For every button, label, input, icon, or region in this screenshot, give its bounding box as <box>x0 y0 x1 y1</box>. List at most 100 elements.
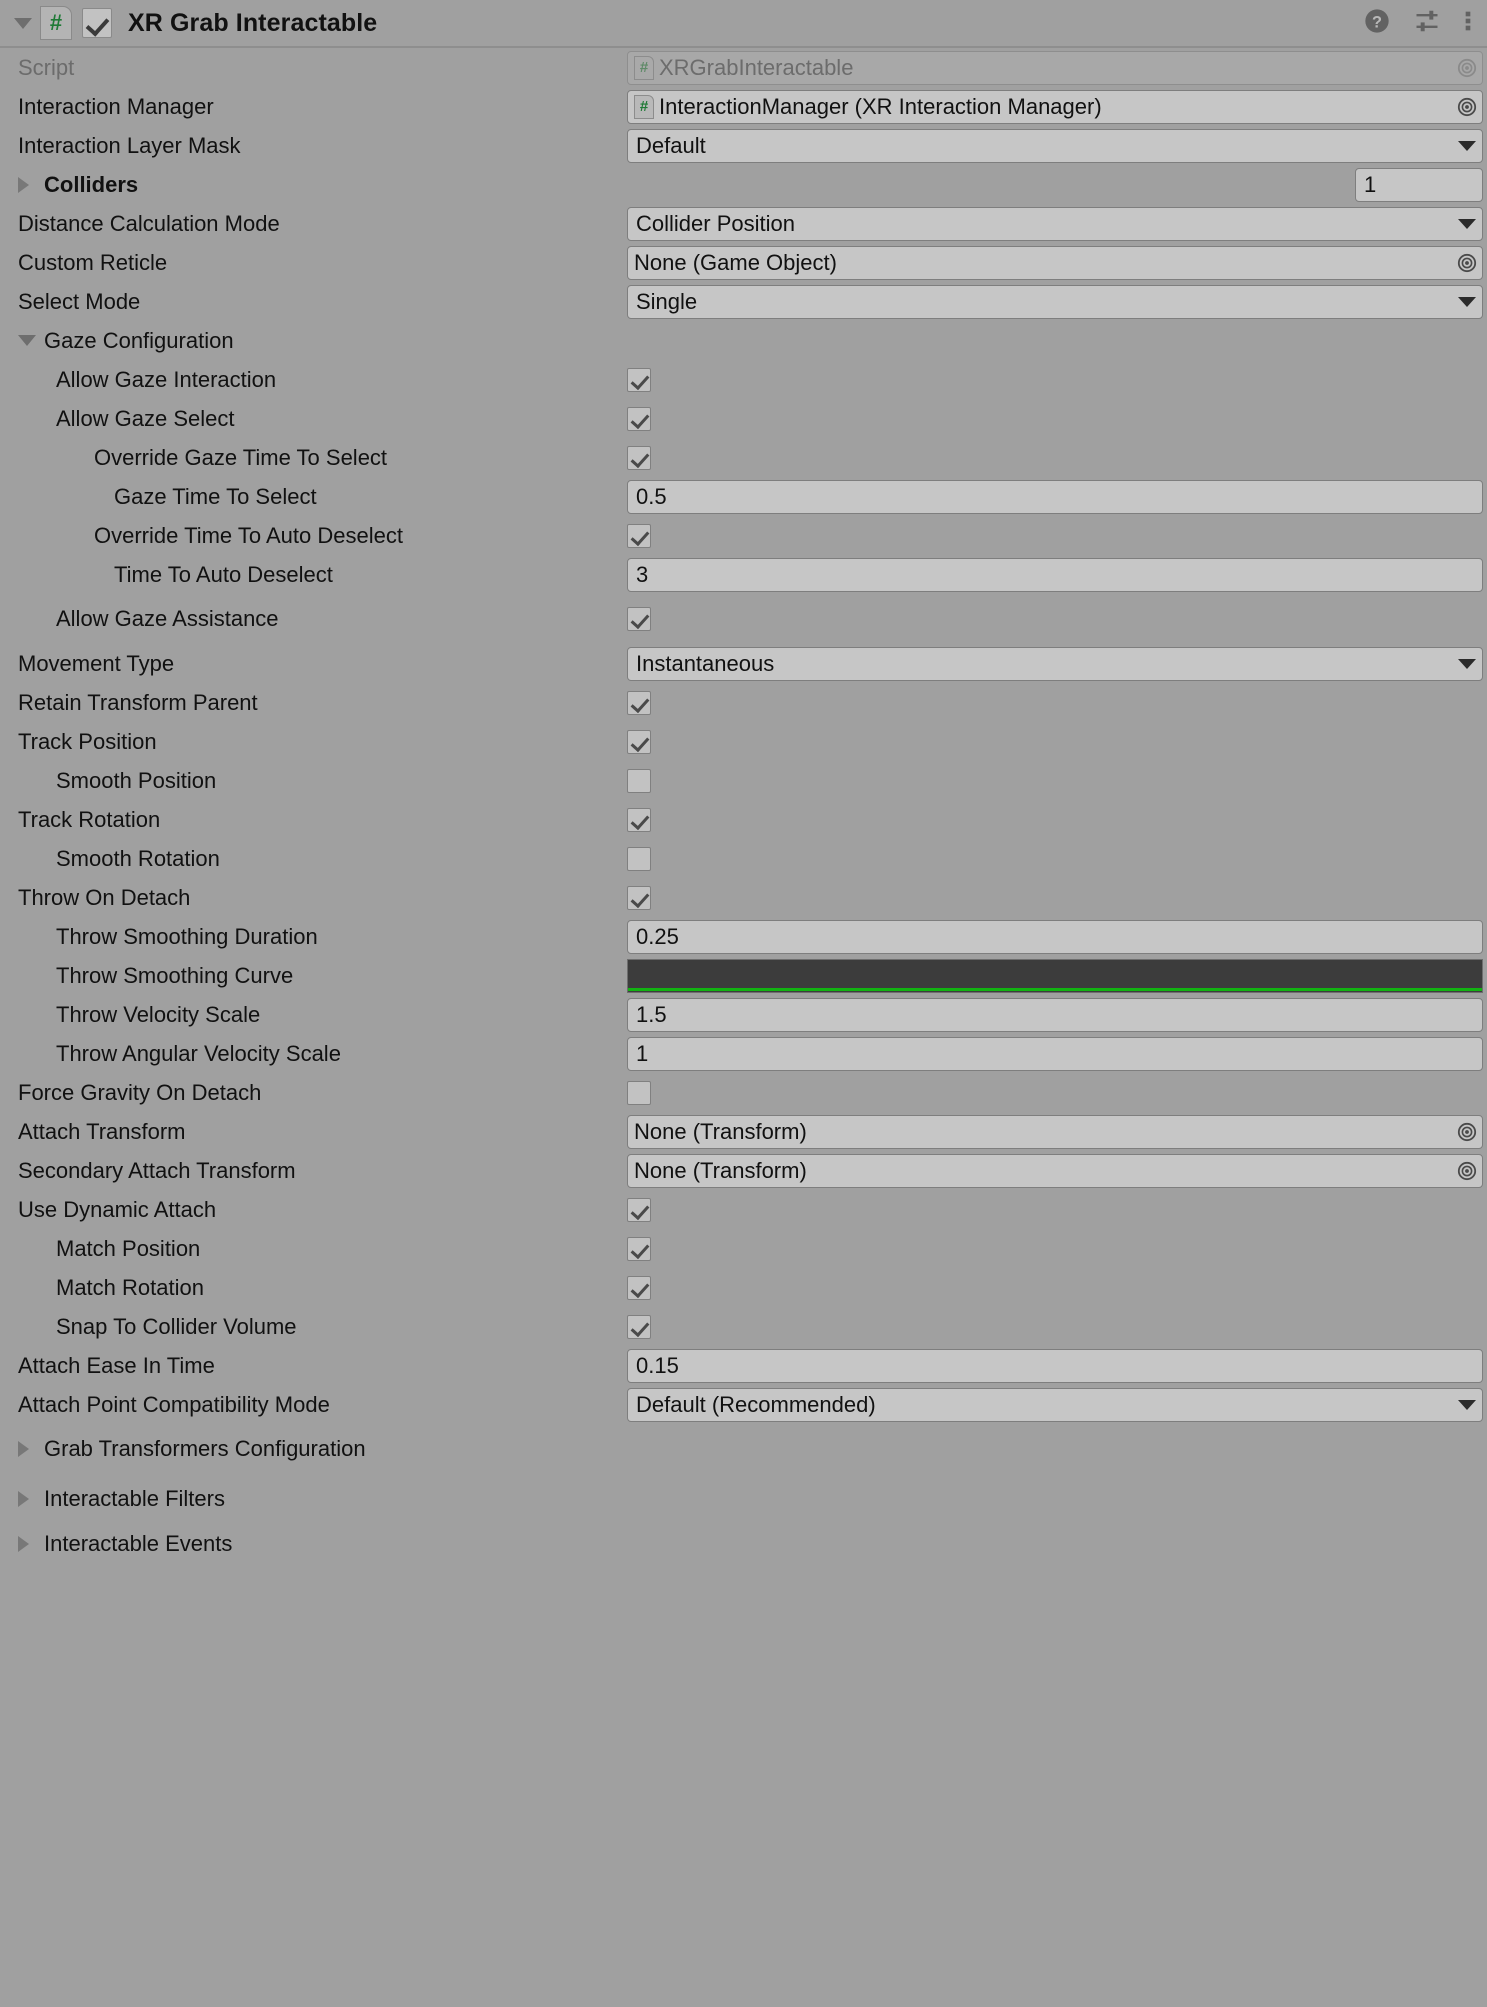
curve-field-throw-smoothing-curve[interactable] <box>627 958 1483 993</box>
object-field-value: None (Transform) <box>634 1157 807 1183</box>
property-label-cell: Gaze Time To Select <box>0 477 627 516</box>
component-title: XR Grab Interactable <box>128 8 378 37</box>
checkbox-smooth-position[interactable] <box>627 768 651 793</box>
checkbox-allow-gaze-assistance[interactable] <box>627 607 651 631</box>
text-input-attach-ease-in-time[interactable]: 0.15 <box>627 1348 1483 1383</box>
property-label: Interaction Manager <box>18 93 214 119</box>
text-input-gaze-time-to-select[interactable]: 0.5 <box>627 479 1483 514</box>
property-row-use-dynamic-attach: Use Dynamic Attach <box>0 1190 1487 1229</box>
checkbox-track-rotation[interactable] <box>627 807 651 832</box>
object-picker-icon[interactable] <box>1454 1158 1480 1184</box>
property-row-gaze-configuration: Gaze Configuration <box>0 321 1487 360</box>
chevron-down-icon <box>1458 296 1476 307</box>
property-field-cell <box>627 399 1487 438</box>
script-badge-icon: # <box>634 55 654 80</box>
property-label-cell: Override Gaze Time To Select <box>0 438 627 477</box>
checkbox-allow-gaze-select[interactable] <box>627 406 651 431</box>
property-label-cell: Throw Smoothing Duration <box>0 917 627 956</box>
checkbox-override-gaze-time-to-select[interactable] <box>627 445 651 470</box>
property-label: Movement Type <box>18 650 175 676</box>
component-header[interactable]: # XR Grab Interactable ? <box>0 0 1487 48</box>
object-field-interaction-manager[interactable]: # InteractionManager (XR Interaction Mana… <box>627 89 1483 124</box>
property-field-cell: Default <box>627 126 1487 165</box>
help-icon[interactable]: ? <box>1363 7 1391 40</box>
foldout-toggle-grab-transformers-configuration[interactable] <box>18 1441 44 1457</box>
object-field-secondary-attach-transform[interactable]: None (Transform) <box>627 1153 1483 1188</box>
property-label-cell: Retain Transform Parent <box>0 683 627 722</box>
text-input-throw-velocity-scale[interactable]: 1.5 <box>627 997 1483 1032</box>
triangle-right-icon <box>18 176 29 193</box>
dropdown-attach-point-compatibility-mode[interactable]: Default (Recommended) <box>627 1387 1483 1422</box>
property-row-throw-velocity-scale: Throw Velocity Scale 1.5 <box>0 995 1487 1034</box>
object-picker-icon[interactable] <box>1454 1119 1480 1145</box>
dropdown-select-mode[interactable]: Single <box>627 284 1483 319</box>
property-label: Select Mode <box>18 288 141 314</box>
text-input-time-to-auto-deselect[interactable]: 3 <box>627 557 1483 592</box>
object-picker-icon[interactable] <box>1454 94 1480 120</box>
foldout-toggle-gaze-configuration[interactable] <box>18 335 44 346</box>
property-row-attach-ease-in-time: Attach Ease In Time 0.15 <box>0 1346 1487 1385</box>
checkbox-override-time-to-auto-deselect[interactable] <box>627 523 651 548</box>
text-input-throw-smoothing-duration[interactable]: 0.25 <box>627 919 1483 954</box>
checkbox-match-rotation[interactable] <box>627 1275 651 1300</box>
object-field-script[interactable]: # XRGrabInteractable <box>627 50 1483 85</box>
property-label-cell: Track Rotation <box>0 800 627 839</box>
foldout-toggle-interactable-events[interactable] <box>18 1535 44 1552</box>
checkbox-throw-on-detach[interactable] <box>627 885 651 910</box>
checkbox-smooth-rotation[interactable] <box>627 846 651 871</box>
component-foldout-toggle[interactable] <box>10 10 36 36</box>
dropdown-distance-calculation-mode[interactable]: Collider Position <box>627 206 1483 241</box>
header-icon-group: ? <box>1363 7 1473 40</box>
dropdown-interaction-layer-mask[interactable]: Default <box>627 128 1483 163</box>
property-label-cell: Snap To Collider Volume <box>0 1307 627 1346</box>
object-picker-icon[interactable] <box>1454 250 1480 276</box>
property-label-cell: Interactable Filters <box>0 1474 627 1524</box>
property-label: Throw Smoothing Curve <box>56 962 294 988</box>
property-label: Allow Gaze Select <box>56 405 235 431</box>
component-enabled-checkbox[interactable] <box>82 8 112 38</box>
foldout-toggle-colliders[interactable] <box>18 176 44 193</box>
triangle-down-icon <box>14 17 32 29</box>
script-icon: # <box>40 6 72 40</box>
object-field-attach-transform[interactable]: None (Transform) <box>627 1114 1483 1149</box>
checkbox-match-position[interactable] <box>627 1236 651 1261</box>
property-row-attach-point-compatibility-mode: Attach Point Compatibility Mode Default (… <box>0 1385 1487 1424</box>
checkbox-track-position[interactable] <box>627 729 651 754</box>
property-row-distance-calculation-mode: Distance Calculation Mode Collider Positi… <box>0 204 1487 243</box>
checkbox-allow-gaze-interaction[interactable] <box>627 367 651 392</box>
script-badge-icon: # <box>634 94 654 119</box>
checkbox-retain-transform-parent[interactable] <box>627 690 651 715</box>
property-field-cell <box>627 516 1487 555</box>
more-menu-icon[interactable] <box>1463 7 1473 40</box>
property-row-interaction-manager: Interaction Manager # InteractionManager (… <box>0 87 1487 126</box>
dropdown-value: Collider Position <box>636 210 795 236</box>
property-field-cell <box>627 839 1487 878</box>
property-field-cell <box>627 1524 1487 1563</box>
triangle-right-icon <box>18 1491 29 1507</box>
property-row-allow-gaze-select: Allow Gaze Select <box>0 399 1487 438</box>
property-field-cell: 0.5 <box>627 477 1487 516</box>
property-label-cell: Gaze Configuration <box>0 321 627 360</box>
dropdown-movement-type[interactable]: Instantaneous <box>627 646 1483 681</box>
property-row-script: Script # XRGrabInteractable <box>0 48 1487 87</box>
checkbox-snap-to-collider-volume[interactable] <box>627 1314 651 1339</box>
property-label-cell: Allow Gaze Interaction <box>0 360 627 399</box>
number-input-colliders-count[interactable]: 1 <box>1355 167 1483 202</box>
checkbox-force-gravity-on-detach[interactable] <box>627 1080 651 1105</box>
property-row-time-to-auto-deselect: Time To Auto Deselect 3 <box>0 555 1487 594</box>
property-label: Use Dynamic Attach <box>18 1196 217 1222</box>
property-label-cell: Throw Velocity Scale <box>0 995 627 1034</box>
checkbox-use-dynamic-attach[interactable] <box>627 1197 651 1222</box>
property-label-cell: Smooth Position <box>0 761 627 800</box>
foldout-toggle-interactable-filters[interactable] <box>18 1491 44 1507</box>
property-row-override-time-to-auto-deselect: Override Time To Auto Deselect <box>0 516 1487 555</box>
text-input-throw-angular-velocity-scale[interactable]: 1 <box>627 1036 1483 1071</box>
property-label: Smooth Position <box>56 767 217 793</box>
object-picker-icon[interactable] <box>1454 55 1480 81</box>
object-field-value: XRGrabInteractable <box>659 54 854 80</box>
object-field-custom-reticle[interactable]: None (Game Object) <box>627 245 1483 280</box>
preset-icon[interactable] <box>1413 7 1441 40</box>
svg-text:?: ? <box>1372 13 1382 31</box>
property-label-cell: Interaction Manager <box>0 87 627 126</box>
property-label-cell: Secondary Attach Transform <box>0 1151 627 1190</box>
